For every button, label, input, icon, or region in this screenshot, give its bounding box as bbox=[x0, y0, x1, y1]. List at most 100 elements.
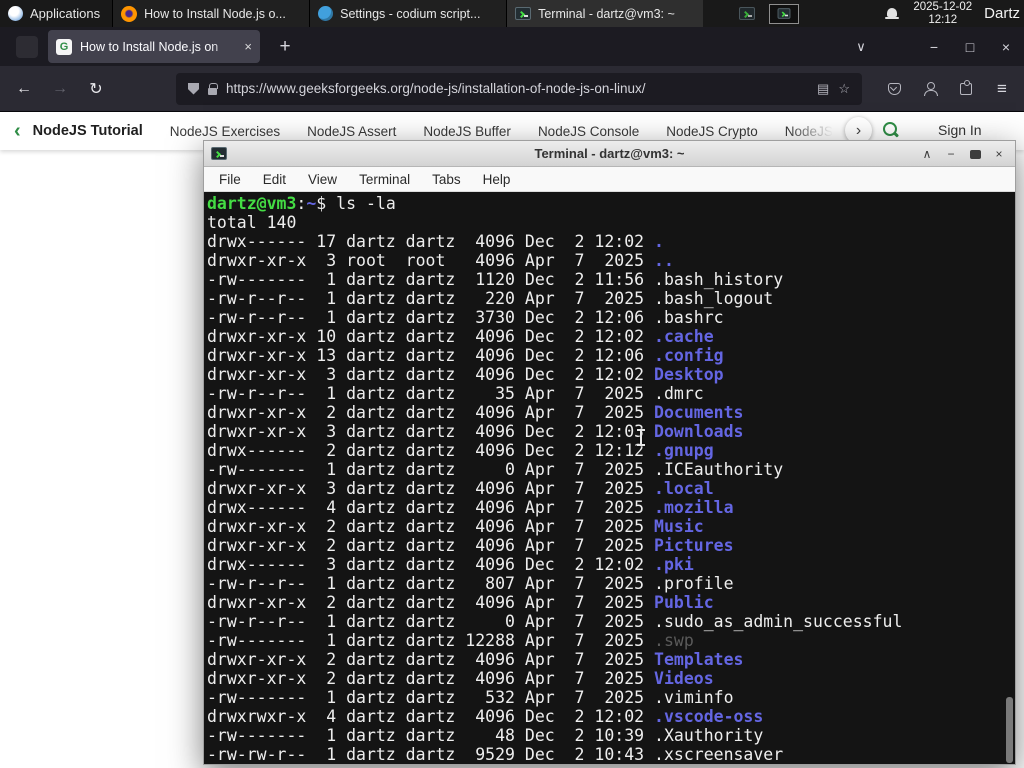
mouse-cursor bbox=[636, 429, 646, 446]
menu-view[interactable]: View bbox=[297, 167, 348, 192]
terminal-maximize-button[interactable] bbox=[963, 147, 987, 161]
panel-user: Dartz bbox=[984, 5, 1020, 22]
terminal-text: ~ bbox=[306, 194, 317, 213]
forward-button[interactable]: → bbox=[42, 73, 78, 105]
terminal-text: .mozilla bbox=[654, 498, 734, 517]
back-button[interactable]: ← bbox=[6, 73, 42, 105]
terminal-text: -rw-r--r-- 1 dartz dartz 35 Apr 7 2025 bbox=[207, 384, 655, 403]
browser-tab[interactable]: G How to Install Node.js on × bbox=[48, 30, 260, 63]
window-button-label: Terminal - dartz@vm3: ~ bbox=[538, 6, 675, 21]
workspace-indicator[interactable] bbox=[769, 3, 800, 24]
terminal-output-line: drwxr-xr-x 2 dartz dartz 4096 Apr 7 2025… bbox=[207, 669, 1015, 688]
terminal-text: drwxr-xr-x 2 dartz dartz 4096 Apr 7 2025 bbox=[207, 536, 655, 555]
terminal-output: dartz@vm3:~$ ls -la total 140 drwx------ 1… bbox=[207, 194, 1015, 763]
terminal-minimize-button[interactable]: − bbox=[939, 147, 963, 161]
terminal-text: .ICEauthority bbox=[654, 460, 784, 479]
search-icon[interactable] bbox=[883, 122, 900, 139]
terminal-text: -rw------- 1 dartz dartz 532 Apr 7 2025 bbox=[207, 688, 655, 707]
site-nav-item[interactable]: NodeJS Tutorial bbox=[33, 123, 143, 139]
terminal-output-line: dartz@vm3:~$ ls -la bbox=[207, 194, 1015, 213]
terminal-output-line: drwxr-xr-x 2 dartz dartz 4096 Apr 7 2025… bbox=[207, 650, 1015, 669]
panel-window-button[interactable]: Terminal - dartz@vm3: ~ bbox=[506, 0, 704, 27]
site-nav-item[interactable]: NodeJS Assert bbox=[307, 124, 396, 139]
pocket-button[interactable] bbox=[876, 73, 912, 105]
terminal-scrollbar-thumb[interactable] bbox=[1006, 697, 1013, 763]
window-maximize-button[interactable]: □ bbox=[952, 39, 988, 55]
notification-bell-icon[interactable] bbox=[885, 7, 900, 21]
panel-time: 12:12 bbox=[928, 13, 958, 26]
terminal-text: -rw-r--r-- 1 dartz dartz 0 Apr 7 2025 bbox=[207, 612, 655, 631]
terminal-text: -rw------- 1 dartz dartz 1120 Dec 2 11:5… bbox=[207, 270, 655, 289]
menu-help[interactable]: Help bbox=[472, 167, 522, 192]
nav-prev-icon[interactable]: ‹ bbox=[14, 121, 21, 141]
new-tab-button[interactable]: + bbox=[272, 36, 298, 58]
reload-button[interactable]: ↻ bbox=[78, 73, 114, 105]
terminal-output-line: -rw-r--r-- 1 dartz dartz 807 Apr 7 2025 … bbox=[207, 574, 1015, 593]
tray-terminal-icon[interactable] bbox=[739, 7, 756, 20]
applications-menu[interactable]: Applications bbox=[0, 0, 112, 27]
terminal-text: drwxr-xr-x 2 dartz dartz 4096 Apr 7 2025 bbox=[207, 517, 655, 536]
terminal-text: drwx------ 4 dartz dartz 4096 Apr 7 2025 bbox=[207, 498, 655, 517]
extensions-button[interactable] bbox=[948, 73, 984, 105]
url-bar[interactable]: https://www.geeksforgeeks.org/node-js/in… bbox=[176, 72, 862, 105]
site-nav-item[interactable]: NodeJS Buffer bbox=[423, 124, 511, 139]
terminal-text: -rw-rw-r-- 1 dartz dartz 9529 Dec 2 10:4… bbox=[207, 745, 655, 763]
terminal-text: Public bbox=[654, 593, 714, 612]
menu-tabs[interactable]: Tabs bbox=[421, 167, 472, 192]
terminal-text: : bbox=[296, 194, 307, 213]
url-text[interactable]: https://www.geeksforgeeks.org/node-js/in… bbox=[226, 81, 808, 96]
tracking-shield-icon[interactable] bbox=[188, 82, 199, 95]
panel-tray bbox=[739, 3, 800, 24]
bookmark-star-icon[interactable]: ☆ bbox=[838, 81, 850, 97]
account-button[interactable] bbox=[912, 73, 948, 105]
terminal-text: .pki bbox=[654, 555, 694, 574]
terminal-text: .sudo_as_admin_successful bbox=[654, 612, 903, 631]
terminal-output-line: drwxr-xr-x 2 dartz dartz 4096 Apr 7 2025… bbox=[207, 593, 1015, 612]
terminal-output-line: -rw------- 1 dartz dartz 48 Dec 2 10:39 … bbox=[207, 726, 1015, 745]
terminal-output-line: -rw-r--r-- 1 dartz dartz 0 Apr 7 2025 .s… bbox=[207, 612, 1015, 631]
terminal-text: -rw------- 1 dartz dartz 0 Apr 7 2025 bbox=[207, 460, 655, 479]
menu-file[interactable]: File bbox=[208, 167, 252, 192]
terminal-text: .Xauthority bbox=[654, 726, 764, 745]
site-nav-item[interactable]: NodeJS DNS bbox=[785, 124, 833, 139]
terminal-output-line: drwx------ 2 dartz dartz 4096 Dec 2 12:1… bbox=[207, 441, 1015, 460]
puzzle-icon bbox=[960, 79, 972, 95]
site-nav-item[interactable]: NodeJS Crypto bbox=[666, 124, 758, 139]
terminal-titlebar[interactable]: Terminal - dartz@vm3: ~ ∧ − × bbox=[204, 141, 1015, 167]
tab-close-icon[interactable]: × bbox=[244, 39, 252, 54]
site-nav-item[interactable]: NodeJS Exercises bbox=[170, 124, 280, 139]
reader-mode-icon[interactable]: ▤ bbox=[817, 81, 829, 97]
panel-window-button[interactable]: How to Install Node.js o... bbox=[112, 0, 310, 27]
terminal-shade-button[interactable]: ∧ bbox=[915, 147, 939, 161]
lock-icon[interactable] bbox=[208, 82, 218, 95]
window-button-label: Settings - codium script... bbox=[340, 6, 481, 21]
terminal-text: drwxr-xr-x 3 dartz dartz 4096 Dec 2 12:0… bbox=[207, 422, 655, 441]
person-icon bbox=[923, 81, 938, 96]
terminal-body[interactable]: dartz@vm3:~$ ls -la total 140 drwx------ 1… bbox=[204, 192, 1015, 763]
panel-window-button[interactable]: Settings - codium script... bbox=[309, 0, 507, 27]
terminal-text: $ ls -la bbox=[316, 194, 396, 213]
terminal-text: .bash_history bbox=[654, 270, 784, 289]
window-close-button[interactable]: × bbox=[988, 39, 1024, 55]
terminal-text: drwxr-xr-x 2 dartz dartz 4096 Apr 7 2025 bbox=[207, 593, 655, 612]
terminal-text: drwxrwxr-x 4 dartz dartz 4096 Dec 2 12:0… bbox=[207, 707, 655, 726]
terminal-text: drwxr-xr-x 3 dartz dartz 4096 Dec 2 12:0… bbox=[207, 365, 655, 384]
terminal-output-line: drwxr-xr-x 2 dartz dartz 4096 Apr 7 2025… bbox=[207, 536, 1015, 555]
menu-edit[interactable]: Edit bbox=[252, 167, 297, 192]
terminal-output-line: drwxr-xr-x 2 dartz dartz 4096 Apr 7 2025… bbox=[207, 403, 1015, 422]
list-all-tabs-icon[interactable]: ∨ bbox=[846, 39, 876, 55]
sign-in-link[interactable]: Sign In bbox=[938, 122, 982, 138]
terminal-output-line: -rw------- 1 dartz dartz 0 Apr 7 2025 .I… bbox=[207, 460, 1015, 479]
terminal-close-button[interactable]: × bbox=[987, 147, 1011, 161]
menu-terminal[interactable]: Terminal bbox=[348, 167, 421, 192]
window-minimize-button[interactable]: − bbox=[916, 39, 952, 55]
panel-clock[interactable]: 2025-12-02 12:12 bbox=[913, 1, 972, 27]
terminal-output-line: drwxr-xr-x 13 dartz dartz 4096 Dec 2 12:… bbox=[207, 346, 1015, 365]
tab-title: How to Install Node.js on bbox=[80, 39, 239, 54]
terminal-output-line: drwx------ 3 dartz dartz 4096 Dec 2 12:0… bbox=[207, 555, 1015, 574]
terminal-text: -rw-r--r-- 1 dartz dartz 3730 Dec 2 12:0… bbox=[207, 308, 655, 327]
terminal-text: drwxr-xr-x 2 dartz dartz 4096 Apr 7 2025 bbox=[207, 669, 655, 688]
site-nav-item[interactable]: NodeJS Console bbox=[538, 124, 639, 139]
app-menu-button[interactable]: ≡ bbox=[984, 73, 1020, 105]
firefox-view-button[interactable] bbox=[16, 35, 38, 58]
